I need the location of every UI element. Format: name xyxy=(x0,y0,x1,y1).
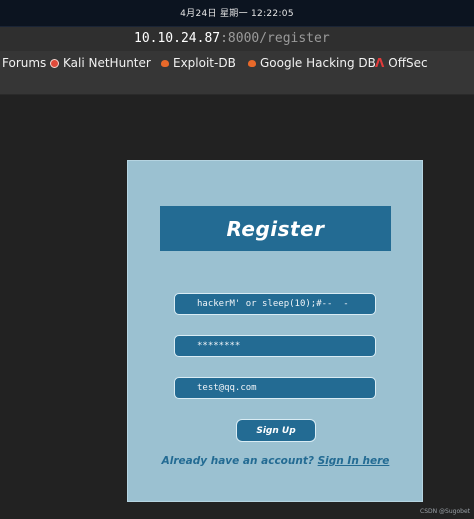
offsec-icon: Ʌ xyxy=(375,56,385,70)
url-text[interactable]: 10.10.24.87:8000/register xyxy=(134,31,330,46)
username-input[interactable] xyxy=(174,293,376,315)
page-title: Register xyxy=(226,216,325,241)
bookmark-label: Google Hacking DB xyxy=(260,56,376,70)
bookmark-label: Kali NetHunter xyxy=(63,56,151,70)
url-path: :8000/register xyxy=(220,31,330,46)
exploitdb-icon xyxy=(161,59,169,67)
bookmark-offsec[interactable]: Ʌ OffSec xyxy=(375,54,428,72)
sign-up-button[interactable]: Sign Up xyxy=(236,419,316,442)
signin-prompt: Already have an account? Sign In here xyxy=(160,455,391,467)
url-host: 10.10.24.87 xyxy=(134,31,221,46)
bookmark-forums[interactable]: Forums xyxy=(2,54,46,72)
bookmark-google-hacking-db[interactable]: Google Hacking DB xyxy=(248,54,376,72)
already-account-text: Already have an account? xyxy=(161,455,314,467)
bookmark-kali-nethunter[interactable]: Kali NetHunter xyxy=(50,54,151,72)
system-top-bar: 4月24日 星期一 12:22:05 xyxy=(0,0,474,27)
bookmarks-bar: Forums Kali NetHunter Exploit-DB Google … xyxy=(0,51,474,95)
password-input[interactable] xyxy=(174,335,376,357)
address-bar[interactable]: 10.10.24.87:8000/register xyxy=(0,27,474,51)
register-header: Register xyxy=(160,206,391,251)
kali-dragon-icon xyxy=(50,58,59,68)
bookmark-label: Forums xyxy=(2,56,47,70)
bookmark-exploit-db[interactable]: Exploit-DB xyxy=(161,54,236,72)
bookmark-label: Exploit-DB xyxy=(173,56,236,70)
email-input[interactable] xyxy=(174,377,376,399)
sign-in-link[interactable]: Sign In here xyxy=(318,455,390,467)
system-clock: 4月24日 星期一 12:22:05 xyxy=(180,9,294,19)
watermark: CSDN @Sugobet xyxy=(420,508,470,515)
bookmark-label: OffSec xyxy=(388,56,428,70)
exploitdb-icon xyxy=(248,59,256,67)
